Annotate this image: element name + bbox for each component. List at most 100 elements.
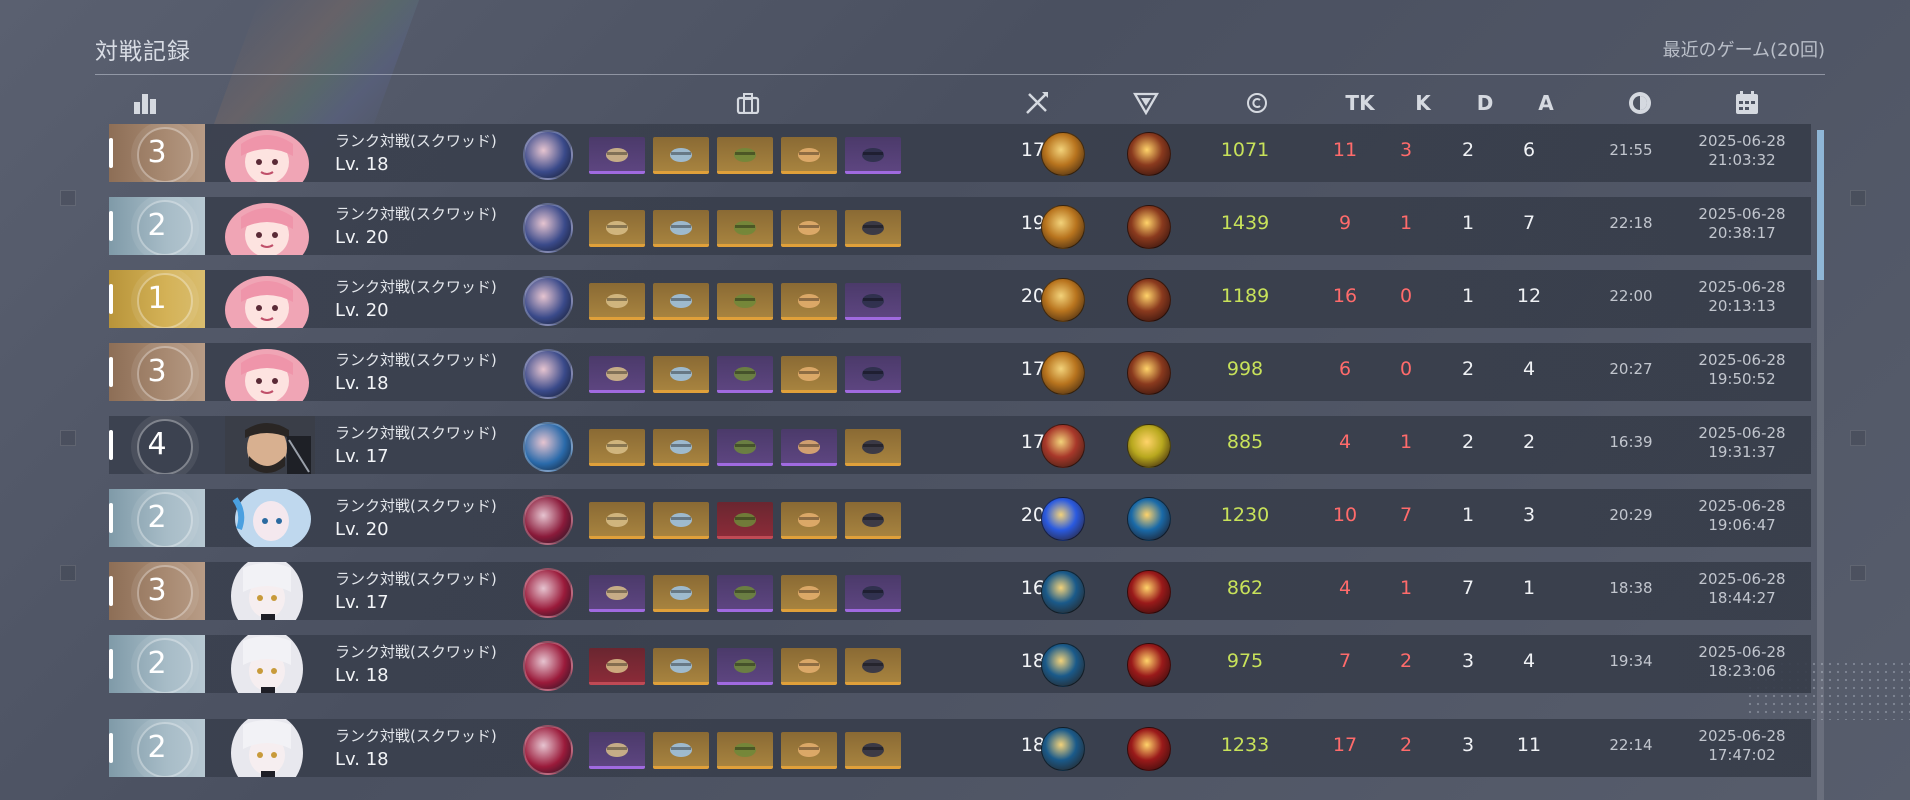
weapon-skill-icon: [1041, 205, 1085, 249]
equipment-item-icon[interactable]: [653, 210, 709, 247]
equipment-item-icon[interactable]: [845, 732, 901, 769]
equipment-item-icon[interactable]: [653, 732, 709, 769]
table-row[interactable]: 3 ランク対戦(スクワッド) Lv. 18 17 1071 11 3 2 6 2…: [109, 124, 1811, 182]
match-datetime: 2025-06-28 18:23:06: [1687, 643, 1797, 681]
credit-score: 1189: [1220, 285, 1270, 307]
character-level: 16: [1020, 577, 1045, 599]
equipment-item-icon[interactable]: [589, 356, 645, 393]
equipment-item-icon[interactable]: [653, 356, 709, 393]
equipment-item-icon[interactable]: [653, 429, 709, 466]
equipment-item-icon[interactable]: [653, 137, 709, 174]
equipment-item-icon[interactable]: [717, 137, 773, 174]
equipment-item-icon[interactable]: [589, 429, 645, 466]
weapon-skill-icon: [1041, 497, 1085, 541]
equipment-item-icon[interactable]: [845, 502, 901, 539]
equipment-item-icon[interactable]: [845, 575, 901, 612]
equipment-item-icon[interactable]: [845, 210, 901, 247]
equipment-item-icon[interactable]: [845, 648, 901, 685]
match-datetime: 2025-06-28 19:31:37: [1687, 424, 1797, 462]
triangle-emblem-icon: [1131, 88, 1161, 118]
equipment-item-icon[interactable]: [781, 210, 837, 247]
match-time: 19:31:37: [1708, 443, 1776, 461]
equipment-item-icon[interactable]: [845, 137, 901, 174]
equipment-item-icon[interactable]: [589, 502, 645, 539]
scrollbar-thumb[interactable]: [1817, 130, 1824, 280]
recent-games-label: 最近のゲーム(20回): [1662, 40, 1825, 61]
equipment-item-icon[interactable]: [653, 502, 709, 539]
table-row[interactable]: 1 ランク対戦(スクワッド) Lv. 20 20 1189 16 0 1 12 …: [109, 270, 1811, 328]
equipment-item-icon[interactable]: [653, 283, 709, 320]
equipment-item-icon[interactable]: [589, 210, 645, 247]
equipment-item-icon[interactable]: [781, 429, 837, 466]
equipment-item-icon[interactable]: [589, 648, 645, 685]
rank-badge: 2: [109, 197, 205, 255]
rank-number: 2: [147, 208, 167, 243]
equipment-item-icon[interactable]: [781, 575, 837, 612]
match-time: 19:50:52: [1708, 370, 1776, 388]
character-portrait: [205, 635, 315, 693]
deaths: 1: [1461, 212, 1475, 234]
equipment-item-icon[interactable]: [717, 648, 773, 685]
match-duration: 21:55: [1609, 141, 1653, 159]
match-mode: ランク対戦(スクワッド): [335, 132, 497, 150]
equipment-item-icon[interactable]: [781, 732, 837, 769]
team-kills: 6: [1338, 358, 1352, 380]
equipment-item-icon[interactable]: [781, 356, 837, 393]
equipment-item-icon[interactable]: [781, 502, 837, 539]
table-row[interactable]: 4 ランク対戦(スクワッド) Lv. 17 17 885 4 1 2 2 16:…: [109, 416, 1811, 474]
match-mode: ランク対戦(スクワッド): [335, 497, 497, 515]
equipment-item-icon[interactable]: [653, 648, 709, 685]
table-row[interactable]: 3 ランク対戦(スクワッド) Lv. 18 17 998 6 0 2 4 20:…: [109, 343, 1811, 401]
hero-avatar-icon: [523, 203, 573, 253]
tactical-skill-icon: [1127, 132, 1171, 176]
equipment-item-icon[interactable]: [781, 137, 837, 174]
player-level: Lv. 18: [335, 154, 389, 175]
equipment-item-icon[interactable]: [717, 283, 773, 320]
match-date: 2025-06-28: [1698, 424, 1786, 442]
team-kills: 7: [1338, 650, 1352, 672]
equipment-item-icon[interactable]: [845, 429, 901, 466]
table-row[interactable]: 2 ランク対戦(スクワッド) Lv. 20 20 1230 10 7 1 3 2…: [109, 489, 1811, 547]
scrollbar[interactable]: [1817, 130, 1824, 800]
equipment-item-icon[interactable]: [653, 575, 709, 612]
player-level: Lv. 18: [335, 373, 389, 394]
hero-avatar-icon: [523, 725, 573, 775]
team-kills: 16: [1332, 285, 1358, 307]
tactical-skill-icon: [1127, 205, 1171, 249]
equipment-item-icon[interactable]: [589, 137, 645, 174]
deaths: 3: [1461, 650, 1475, 672]
equipment-item-icon[interactable]: [717, 502, 773, 539]
kills: 2: [1399, 734, 1413, 756]
equipment-item-icon[interactable]: [717, 210, 773, 247]
player-level: Lv. 18: [335, 665, 389, 686]
rank-number: 2: [147, 500, 167, 535]
equipment-item-icon[interactable]: [589, 283, 645, 320]
character-level: 18: [1020, 734, 1045, 756]
equipment-item-icon[interactable]: [845, 356, 901, 393]
tactical-skill-icon: [1127, 643, 1171, 687]
table-row[interactable]: 2 ランク対戦(スクワッド) Lv. 18 18 975 7 2 3 4 19:…: [109, 635, 1811, 693]
equipment-item-icon[interactable]: [781, 648, 837, 685]
team-kills: 9: [1338, 212, 1352, 234]
equipment-item-icon[interactable]: [717, 356, 773, 393]
table-row[interactable]: 2 ランク対戦(スクワッド) Lv. 20 19 1439 9 1 1 7 22…: [109, 197, 1811, 255]
table-row[interactable]: 2 ランク対戦(スクワッド) Lv. 18 18 1233 17 2 3 11 …: [109, 719, 1811, 777]
side-marker: [1850, 190, 1866, 206]
character-portrait: [205, 343, 315, 401]
equipment-item-icon[interactable]: [589, 732, 645, 769]
character-portrait: [205, 719, 315, 777]
hero-avatar-icon: [523, 641, 573, 691]
equipment-item-icon[interactable]: [589, 575, 645, 612]
equipment-item-icon[interactable]: [717, 575, 773, 612]
rank-number: 1: [147, 281, 167, 316]
equipment-item-icon[interactable]: [781, 283, 837, 320]
credit-score: 975: [1226, 650, 1264, 672]
equipment-item-icon[interactable]: [717, 429, 773, 466]
equipment-item-icon[interactable]: [717, 732, 773, 769]
equipment-item-icon[interactable]: [845, 283, 901, 320]
crossed-swords-icon: [1022, 88, 1052, 118]
weapon-skill-icon: [1041, 278, 1085, 322]
match-time: 17:47:02: [1708, 746, 1776, 764]
table-row[interactable]: 3 ランク対戦(スクワッド) Lv. 17 16 862 4 1 7 1 18:…: [109, 562, 1811, 620]
match-datetime: 2025-06-28 18:44:27: [1687, 570, 1797, 608]
